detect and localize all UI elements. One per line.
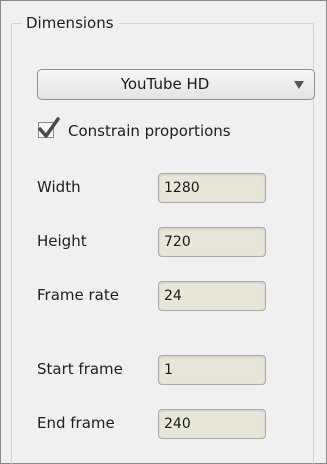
frame-rate-input[interactable] <box>158 281 266 311</box>
end-frame-input[interactable] <box>158 409 266 439</box>
preset-selected-value: YouTube HD <box>120 75 210 93</box>
end-frame-label: End frame <box>37 414 115 432</box>
width-input[interactable] <box>158 173 266 203</box>
width-label: Width <box>37 178 81 196</box>
chevron-down-icon <box>294 81 304 89</box>
start-frame-label: Start frame <box>37 360 123 378</box>
group-title: Dimensions <box>21 13 119 33</box>
frame-rate-label: Frame rate <box>37 286 119 304</box>
dimensions-panel: Dimensions YouTube HD Constrain proporti… <box>0 0 327 464</box>
checkmark-icon <box>38 117 60 138</box>
start-frame-input[interactable] <box>158 355 266 385</box>
height-label: Height <box>37 232 87 250</box>
constrain-proportions-checkbox[interactable] <box>38 117 60 138</box>
preset-dropdown[interactable]: YouTube HD <box>37 69 315 100</box>
height-input[interactable] <box>158 227 266 257</box>
constrain-proportions-label[interactable]: Constrain proportions <box>68 121 231 141</box>
